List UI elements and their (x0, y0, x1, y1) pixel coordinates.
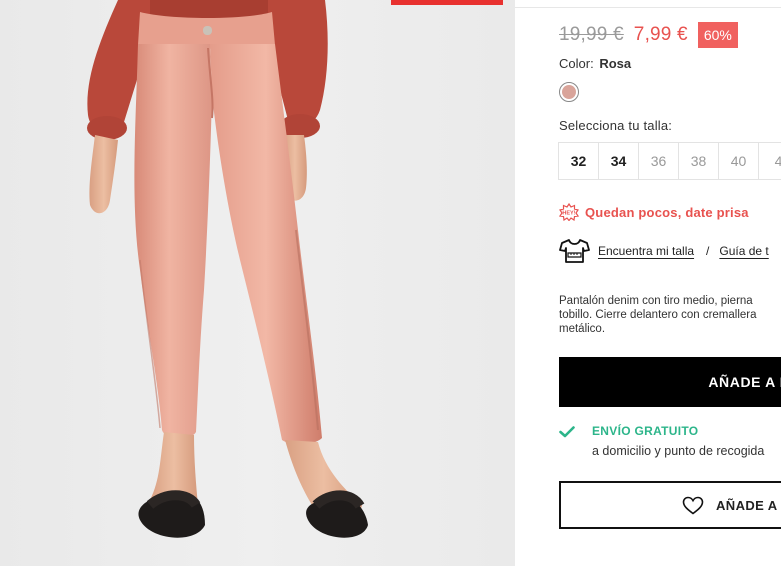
size-guide-link[interactable]: Guía de t (719, 244, 768, 258)
discount-badge: 60% (697, 22, 738, 48)
separator: / (706, 244, 710, 258)
free-shipping-subtitle: a domicilio y punto de recogida (592, 444, 765, 458)
product-info-panel: 19,99 € 7,99 € 60% Color: Rosa Seleccion… (515, 0, 781, 566)
size-option[interactable]: 40 (718, 142, 759, 180)
description-line: metálico. (559, 323, 606, 335)
description-line: Pantalón denim con tiro medio, pierna (559, 295, 753, 307)
original-price: 19,99 € (559, 24, 624, 45)
color-label: Color: Rosa (559, 56, 631, 71)
hey-badge-icon: HEY! (559, 203, 579, 221)
product-image[interactable] (0, 0, 515, 566)
sale-price: 7,99 € (633, 24, 688, 45)
color-name: Rosa (599, 56, 632, 71)
size-option[interactable]: 38 (678, 142, 719, 180)
size-selector: 32 34 36 38 40 4 (558, 142, 781, 180)
size-option[interactable]: 36 (638, 142, 679, 180)
low-stock-text: Quedan pocos, date prisa (585, 204, 749, 220)
low-stock-notice: HEY! Quedan pocos, date prisa (559, 203, 749, 221)
size-help-row: Encuentra mi talla / Guía de t (559, 238, 769, 264)
add-to-wishlist-button[interactable]: AÑADE A W (559, 481, 781, 529)
color-label-text: Color: (559, 56, 594, 71)
color-swatch-rosa[interactable] (559, 82, 579, 102)
divider (515, 7, 781, 8)
image-tab-indicator (391, 0, 503, 5)
check-icon (559, 426, 575, 438)
find-my-size-link[interactable]: Encuentra mi talla (598, 244, 694, 258)
size-label: Selecciona tu talla: (559, 118, 673, 133)
product-photo-illustration (0, 0, 515, 566)
tshirt-icon (559, 239, 590, 263)
product-description: Pantalón denim con tiro medio, pierna to… (559, 294, 781, 336)
hey-badge-text: HEY! (562, 211, 575, 217)
heart-icon (682, 496, 704, 515)
size-option[interactable]: 32 (558, 142, 599, 180)
description-line: tobillo. Cierre delantero con cremallera (559, 309, 757, 321)
size-option[interactable]: 4 (758, 142, 781, 180)
size-option[interactable]: 34 (598, 142, 639, 180)
free-shipping-title: ENVÍO GRATUITO (592, 424, 699, 438)
add-to-wishlist-label: AÑADE A W (716, 497, 781, 513)
add-to-bag-label: AÑADE A LA (708, 374, 781, 390)
add-to-bag-button[interactable]: AÑADE A LA (559, 357, 781, 407)
price-row: 19,99 € 7,99 € 60% (559, 22, 738, 48)
